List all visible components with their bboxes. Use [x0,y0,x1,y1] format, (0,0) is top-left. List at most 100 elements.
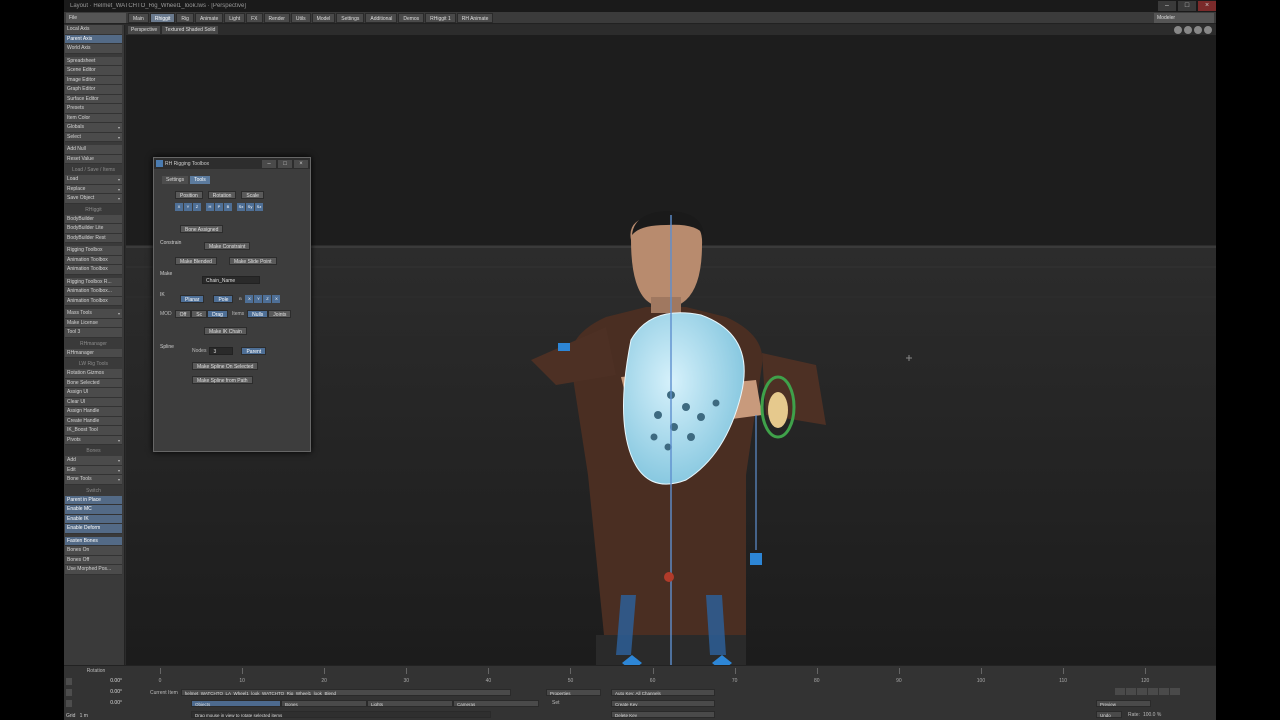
rotation-b-row[interactable]: 0.00° [66,699,126,707]
tab-additional[interactable]: Additional [365,12,398,23]
toolbar-item-parent-axis[interactable]: Parent Axis [65,34,122,44]
axis-toggle-sx[interactable]: Sx [237,203,245,211]
delete-key-button[interactable]: Delete Key [611,711,715,718]
pole-button[interactable]: Pole [213,295,234,303]
toolbar-item-save-object[interactable]: Save Object ▾ [65,194,122,204]
chain-name-field[interactable]: Chain_Name [202,276,260,284]
undo-dropdown[interactable]: Undo [1096,711,1122,718]
ik-axis-4[interactable]: X [272,295,281,303]
toolbar-item-load[interactable]: Load ▾ [65,175,122,185]
panel-minimize-button[interactable]: – [262,159,276,168]
play-back-icon[interactable] [1137,688,1147,695]
toolbar-item-bodybuilder[interactable]: BodyBuilder [65,214,122,224]
tab-rhiggit[interactable]: Rhiggit [149,12,176,23]
scale-button[interactable]: Scale [241,191,264,199]
make-constraint-button[interactable]: Make Constraint [204,242,251,250]
make-blended-button[interactable]: Make Blended [175,257,217,265]
toolbar-item-enable-mc[interactable]: Enable MC [65,505,122,515]
mod-off-button[interactable]: Off [174,310,192,318]
toolbar-item-spreadsheet[interactable]: Spreadsheet [65,56,122,66]
toolbar-item-tool-3[interactable]: Tool 3 [65,328,122,338]
rotate-view-icon[interactable] [1184,26,1192,34]
tab-demos[interactable]: Demos [398,12,425,23]
toolbar-item-use-morphed-pos-[interactable]: Use Morphed Pos... [65,565,122,575]
panel-title-bar[interactable]: RH Rigging Toolbox – □ × [154,158,310,169]
toolbar-item-rhmanager[interactable]: RHmanager [65,348,122,358]
toolbar-item-item-color[interactable]: Item Color [65,113,122,123]
rotation-p-row[interactable]: 0.00° [66,688,126,696]
planar-button[interactable]: Planar [180,295,205,303]
toolbar-item-pivots[interactable]: Pivots ▾ [65,435,122,445]
toolbar-item-enable-ik[interactable]: Enable IK [65,514,122,524]
autokey-dropdown[interactable]: Auto Key: All Channels [611,689,715,696]
maximize-view-icon[interactable] [1204,26,1212,34]
rotation-h-row[interactable]: 0.00° [66,677,126,685]
toolbar-item-animation-toolbox[interactable]: Animation Toolbox [65,296,122,306]
current-item-dropdown[interactable]: helmet_WATCHTO_LA_Wheel1_look_WATCHTO_Ri… [180,689,511,696]
toolbar-item-bone-selected[interactable]: Bone Selected [65,378,122,388]
axis-toggle-p[interactable]: P [215,203,223,211]
axis-toggle-y[interactable]: Y [184,203,192,211]
tab-utils[interactable]: Utils [290,12,311,23]
toolbar-item-bones-on[interactable]: Bones On [65,546,122,556]
nodes-field[interactable]: 3 [209,347,234,355]
toolbar-item-create-handle[interactable]: Create Handle [65,416,122,426]
toolbar-item-surface-editor[interactable]: Surface Editor [65,94,122,104]
toolbar-item-reset-value[interactable]: Reset Value [65,154,122,164]
toolbar-item-globals[interactable]: Globals ▾ [65,123,122,133]
modeler-button[interactable]: Modeler [1154,12,1214,23]
toolbar-item-bodybuilder-lite[interactable]: BodyBuilder Lite [65,224,122,234]
toolbar-item-add[interactable]: Add ▾ [65,456,122,466]
minimize-button[interactable]: – [1158,1,1176,11]
toolbar-item-bones-off[interactable]: Bones Off [65,555,122,565]
toolbar-item-animation-toolbox-[interactable]: Animation Toolbox... [65,287,122,297]
objects-button[interactable]: Objects [191,700,281,707]
p-axis-toggle[interactable] [66,688,72,696]
shading-mode-dropdown[interactable]: Textured Shaded Solid [162,26,219,34]
make-spline-selected-button[interactable]: Make Spline On Selected [192,362,259,370]
toolbar-item-add-null[interactable]: Add Null [65,145,122,155]
panel-tab-settings[interactable]: Settings [162,176,189,184]
axis-toggle-sz[interactable]: Sz [255,203,263,211]
axis-toggle-x[interactable]: X [175,203,183,211]
position-button[interactable]: Position [175,191,203,199]
close-button[interactable]: × [1198,1,1216,11]
toolbar-item-presets[interactable]: Presets [65,104,122,114]
toolbar-item-image-editor[interactable]: Image Editor [65,75,122,85]
file-menu[interactable]: File [66,12,126,23]
toolbar-item-animation-toolbox[interactable]: Animation Toolbox [65,255,122,265]
toolbar-item-mass-tools[interactable]: Mass Tools ▾ [65,309,122,319]
panel-maximize-button[interactable]: □ [278,159,292,168]
toolbar-item-fasten-bones[interactable]: Fasten Bones [65,536,122,546]
tab-rhiggit-1[interactable]: RHiggit 1 [425,12,456,23]
toolbar-item-make-license[interactable]: Make License [65,318,122,328]
panel-close-button[interactable]: × [294,159,308,168]
play-icon[interactable] [1148,688,1158,695]
tab-rig[interactable]: Rig [176,12,194,23]
toolbar-item-rotation-gizmos[interactable]: Rotation Gizmos [65,369,122,379]
toolbar-item-assign-handle[interactable]: Assign Handle [65,407,122,417]
toolbar-item-clear-ui[interactable]: Clear UI [65,397,122,407]
go-end-icon[interactable] [1170,688,1180,695]
toolbar-item-ik-boost-tool[interactable]: IK_Boost Tool [65,426,122,436]
toolbar-item-bodybuilder-rest[interactable]: BodyBuilder Rest [65,233,122,243]
move-view-icon[interactable] [1174,26,1182,34]
next-key-icon[interactable] [1159,688,1169,695]
h-axis-toggle[interactable] [66,677,72,685]
cameras-button[interactable]: Cameras [453,700,539,707]
panel-tab-tools[interactable]: Tools [190,176,210,184]
zoom-view-icon[interactable] [1194,26,1202,34]
toolbar-item-rigging-toolbox[interactable]: Rigging Toolbox [65,246,122,256]
toolbar-item-select[interactable]: Select ▾ [65,132,122,142]
toolbar-item-scene-editor[interactable]: Scene Editor [65,66,122,76]
tab-fx[interactable]: FX [246,12,263,23]
properties-button[interactable]: Properties [546,689,601,696]
parent-button[interactable]: Parent [241,347,267,355]
mod-sc-button[interactable]: Sc [191,310,208,318]
toolbar-item-assign-ui[interactable]: Assign UI [65,388,122,398]
ik-axis-1[interactable]: X [245,295,254,303]
maximize-button[interactable]: □ [1178,1,1196,11]
toolbar-item-animation-toolbox[interactable]: Animation Toolbox [65,265,122,275]
b-axis-toggle[interactable] [66,699,72,707]
tab-model[interactable]: Model [311,12,336,23]
